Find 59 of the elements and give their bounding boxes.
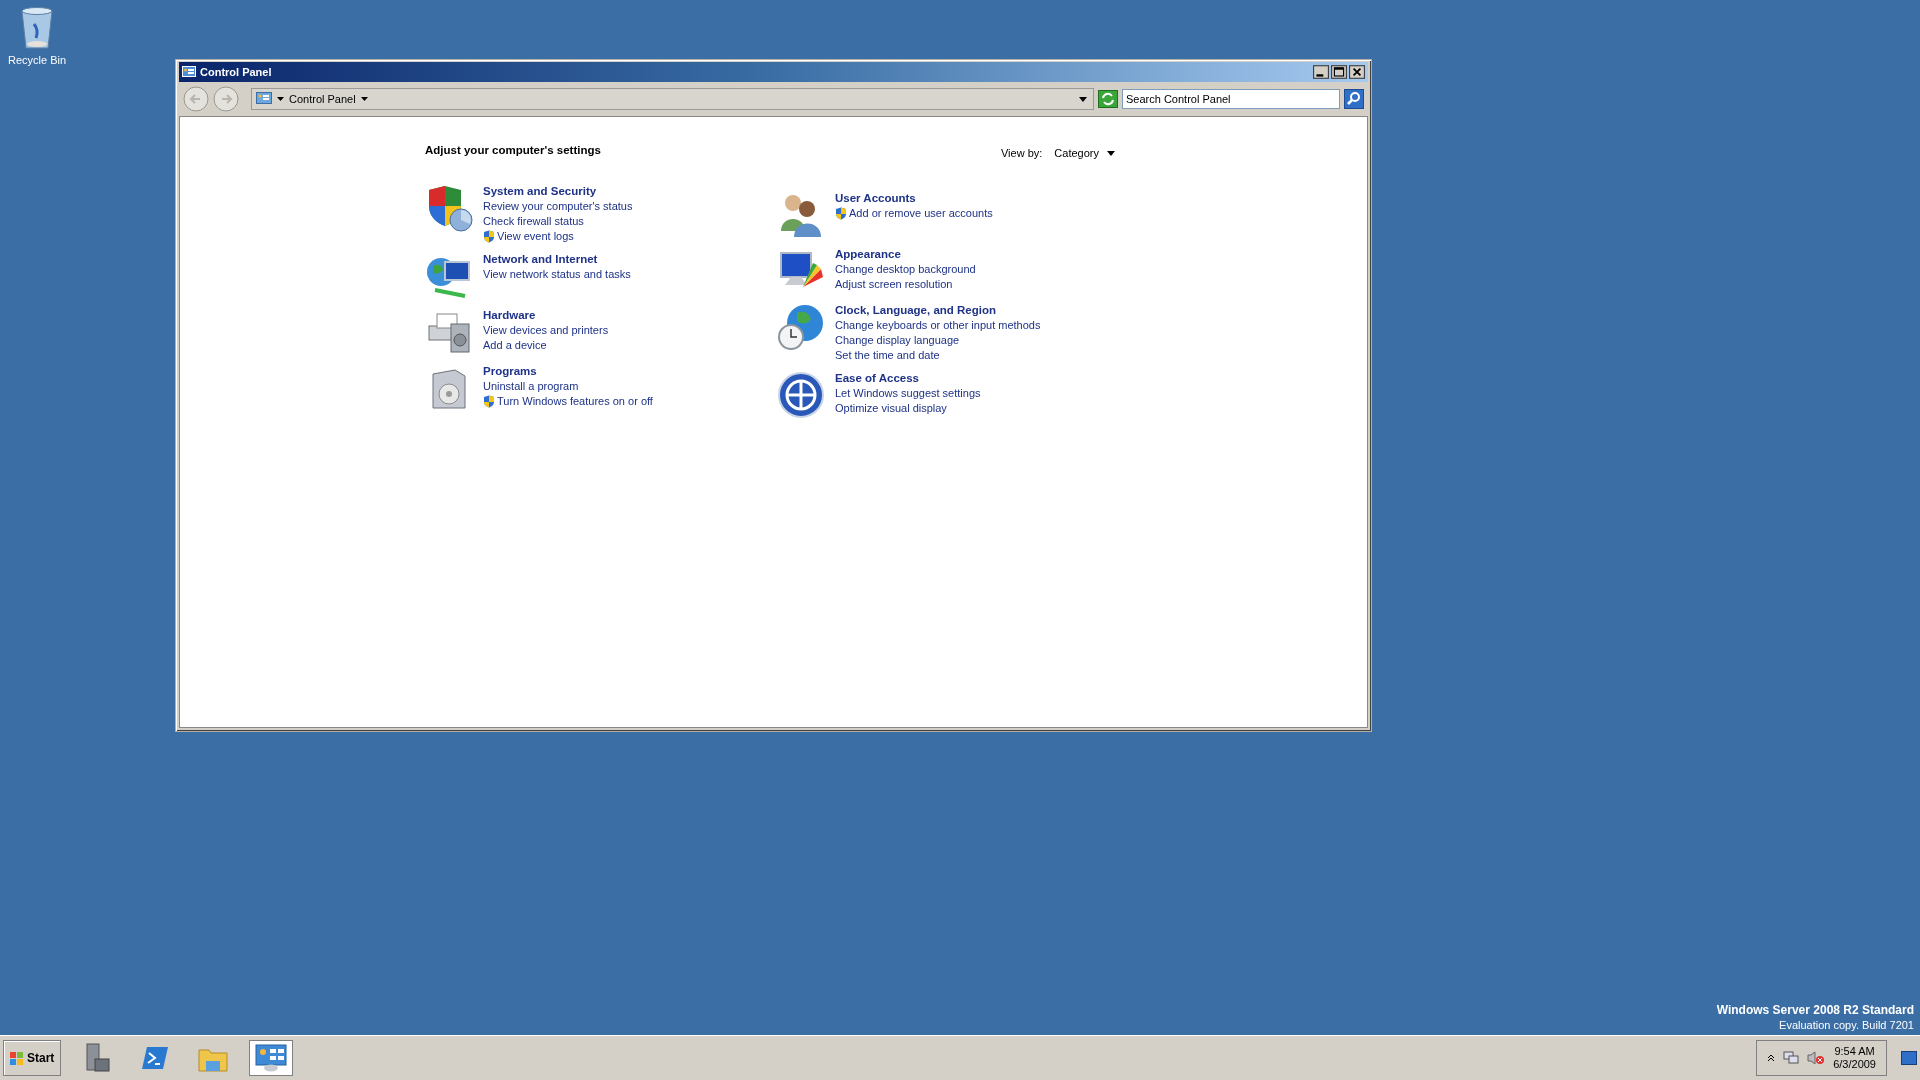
breadcrumb[interactable]: Control Panel [289,93,356,105]
clock-date[interactable]: 6/3/2009 [1833,1058,1876,1071]
control-panel-icon [255,1044,288,1072]
task-link[interactable]: View network status and tasks [483,267,631,282]
task-link[interactable]: Uninstall a program [483,379,653,394]
chevron-up-icon[interactable] [1767,1054,1776,1062]
control-panel-icon [182,65,196,79]
taskbar-button[interactable] [249,1040,294,1076]
page-heading: Adjust your computer's settings [425,144,601,156]
task-link[interactable]: Let Windows suggest settings [835,386,981,401]
terminal-icon [141,1045,170,1071]
search-button[interactable] [1344,89,1364,109]
start-button[interactable]: Start [3,1040,62,1076]
task-link[interactable]: Adjust screen resolution [835,277,976,292]
view-by-dropdown[interactable]: Category [1054,147,1099,159]
caret-icon[interactable] [360,97,368,101]
network-icon[interactable] [1783,1051,1800,1065]
search-field[interactable]: Search Control Panel [1122,89,1340,109]
task-link[interactable]: Check firewall status [483,214,633,229]
task-link[interactable]: View devices and printers [483,323,609,338]
category-link[interactable]: Clock, Language, and Region [835,303,1041,318]
minimize-button[interactable] [1313,65,1329,79]
task-link[interactable]: Change desktop background [835,262,976,277]
window-title: Control Panel [200,66,272,78]
refresh-button[interactable] [1098,90,1118,108]
caret-icon[interactable] [1107,150,1115,156]
windows-logo-icon [10,1051,24,1065]
server-toolbox-icon [83,1043,112,1073]
address-bar[interactable]: Control Panel [251,88,1094,110]
desktop-icon-label[interactable]: Recycle Bin [7,54,67,66]
build-info: Evaluation copy. Build 7201 [1779,1018,1914,1033]
view-by-label: View by: [1001,147,1043,159]
category-link[interactable]: Appearance [835,247,976,262]
close-button[interactable] [1349,65,1365,79]
globe-clock-icon[interactable] [777,303,825,351]
category-link[interactable]: System and Security [483,184,633,199]
dropdown-caret-icon[interactable] [1079,96,1087,102]
accessibility-icon[interactable] [777,371,825,419]
clock-time[interactable]: 9:54 AM [1834,1045,1875,1058]
category-link[interactable]: Hardware [483,308,609,323]
task-link[interactable]: Set the time and date [835,348,1041,363]
caret-icon[interactable] [277,97,284,101]
maximize-button[interactable] [1331,65,1347,79]
task-link[interactable]: Add a device [483,338,609,353]
task-link[interactable]: Add or remove user accounts [849,206,993,221]
task-link[interactable]: Change keyboards or other input methods [835,318,1041,333]
task-link[interactable]: View event logs [497,229,574,244]
edition-name: Windows Server 2008 R2 Standard [1716,1003,1914,1018]
task-link[interactable]: Change display language [835,333,1041,348]
recycle-bin-icon[interactable] [19,6,55,50]
category-link[interactable]: Programs [483,364,653,379]
task-link[interactable]: Optimize visual display [835,401,981,416]
control-panel-icon [256,92,272,106]
speaker-muted-icon[interactable] [1807,1051,1826,1065]
category-link[interactable]: Ease of Access [835,371,981,386]
category-link[interactable]: User Accounts [835,191,993,206]
category-link[interactable]: Network and Internet [483,252,631,267]
task-link[interactable]: Turn Windows features on or off [497,394,653,409]
task-link[interactable]: Review your computer's status [483,199,633,214]
